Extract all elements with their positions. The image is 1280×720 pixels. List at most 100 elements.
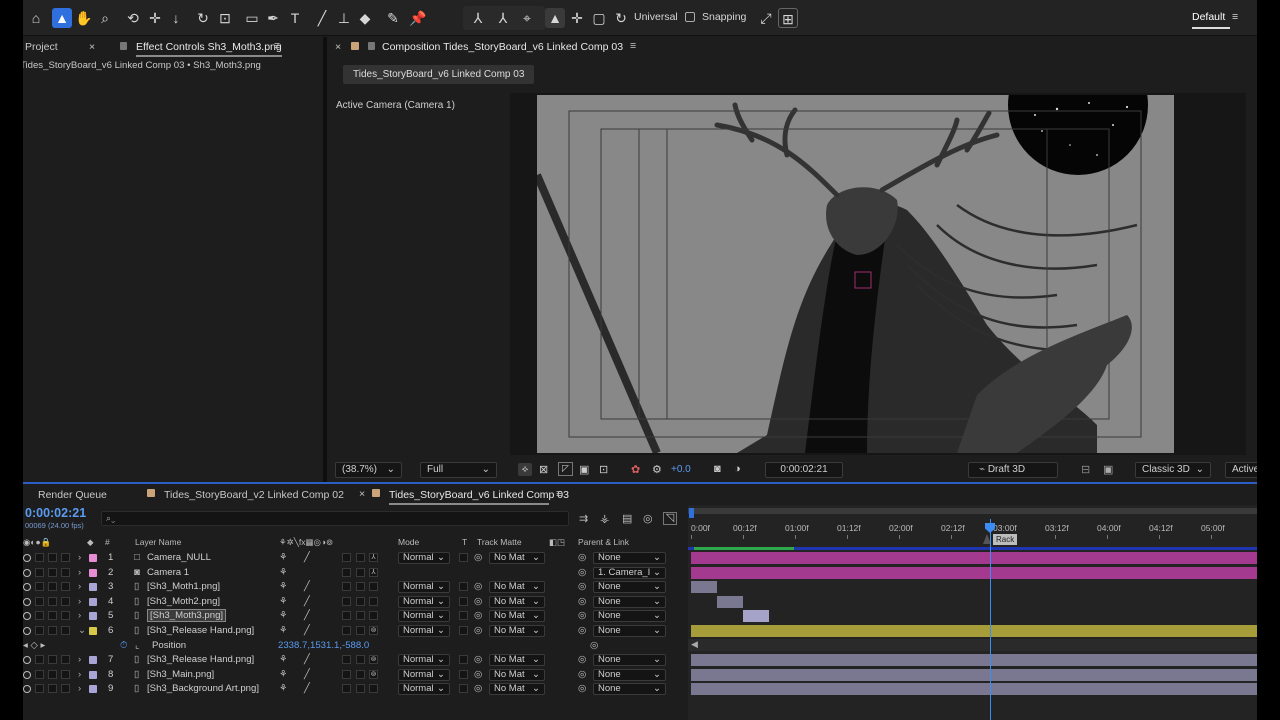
audio-switch[interactable] [35,596,44,606]
motion-blur-switch[interactable] [342,669,351,679]
blend-mode-dropdown[interactable]: Normal ⌄ [398,654,450,667]
solo-switch[interactable] [48,553,57,562]
layer-name[interactable]: [Sh3_Moth3.png] [147,609,227,623]
adjustment-switch[interactable] [356,582,365,592]
selection-tool-icon[interactable]: ▲ [52,8,72,28]
blend-mode-dropdown[interactable]: Normal ⌄ [398,683,450,696]
comp-tab-close-icon[interactable]: × [335,41,341,53]
matte-link-icon[interactable]: ◎ [474,596,482,607]
lock-switch[interactable] [61,553,70,562]
twirl-arrow-icon[interactable]: ⌄ [78,625,86,636]
visibility-eye-icon[interactable] [23,685,31,694]
tab-project-close-icon[interactable]: × [89,41,95,53]
track-matte-dropdown[interactable]: No Mat ⌄ [489,683,545,696]
matte-link-icon[interactable]: ◎ [474,654,482,665]
comp-panel-menu-icon[interactable]: ≡ [630,40,636,52]
motion-blur-switch[interactable] [342,655,351,665]
3d-layer-switch[interactable]: ⊚ [369,669,378,679]
effect-panel-menu-icon[interactable]: ≡ [274,40,280,52]
quality-switch-icon[interactable]: ╱ [304,552,310,563]
eraser-tool-icon[interactable]: ◆ [355,8,375,28]
label-color-swatch[interactable] [89,597,97,606]
twirl-arrow-icon[interactable]: › [78,596,81,607]
adjustment-switch[interactable] [356,655,365,665]
lock-switch[interactable] [61,567,70,577]
universal-label[interactable]: Universal [634,11,678,23]
shy-switch-icon[interactable]: ⚘ [279,669,288,680]
draft-3d-icon[interactable]: ⚶ [600,512,609,525]
current-time-indicator[interactable] [990,519,991,720]
adjustment-switch[interactable] [356,684,365,694]
track-matte-dropdown[interactable]: No Mat ⌄ [489,581,545,594]
motion-blur-switch[interactable] [342,611,351,621]
adjustment-switch[interactable] [356,669,365,679]
layer-name[interactable]: [Sh3_Main.png] [147,669,214,680]
solo-switch[interactable] [48,626,57,635]
label-color-swatch[interactable] [89,685,97,694]
view-axis-icon[interactable]: ⌖ [517,8,537,28]
parent-dropdown[interactable]: None ⌄ [593,581,666,594]
quality-switch-icon[interactable]: ╱ [304,625,310,636]
audio-switch[interactable] [35,684,44,694]
pick-whip-icon[interactable]: ◎ [578,654,586,665]
matte-link-icon[interactable]: ◎ [474,581,482,592]
3d-ground-plane-icon[interactable]: ⊟ [1081,463,1090,476]
timeline-panel-menu-icon[interactable]: ≡ [556,488,562,500]
shy-switch-icon[interactable]: ⚘ [279,610,288,621]
twirl-arrow-icon[interactable]: › [78,552,81,563]
layer-row[interactable]: ⌄ 6 ▯ [Sh3_Release Hand.png] ⚘ ╱ ⊚ Normal ⌄ ◎ No M… [23,624,688,638]
motion-blur-switch[interactable] [342,684,351,694]
lock-switch[interactable] [61,596,70,606]
layer-name[interactable]: [Sh3_Moth1.png] [147,581,220,592]
shy-switch-icon[interactable]: ⚘ [279,625,288,636]
motion-blur-switch[interactable] [342,596,351,606]
adjustment-switch[interactable] [356,553,365,562]
layer-duration-bar[interactable] [691,625,1257,637]
comp-mini-flowchart-icon[interactable]: ⇉ [579,512,588,525]
blend-mode-dropdown[interactable]: Normal ⌄ [398,581,450,594]
pick-whip-icon[interactable]: ◎ [578,596,586,607]
visibility-eye-icon[interactable] [23,670,31,679]
label-color-swatch[interactable] [89,627,97,635]
motion-blur-switch[interactable] [342,626,351,635]
solo-switch[interactable] [48,684,57,694]
parent-dropdown[interactable]: None ⌄ [593,552,666,564]
matte-link-icon[interactable]: ◎ [474,683,482,694]
track-matte-header[interactable]: Track Matte [477,537,522,547]
show-snapshot-icon[interactable]: ◑ [734,463,741,475]
keyframe-navigator-icon[interactable]: ◂ ◇ ▸ [23,640,45,651]
layer-row[interactable]: › 5 ▯ [Sh3_Moth3.png] ⚘ ╱ Normal ⌄ ◎ No Mat ⌄ ◎ None… [23,609,688,623]
adjustment-switch[interactable] [356,626,365,635]
blend-mode-dropdown[interactable]: Normal ⌄ [398,668,450,681]
clone-stamp-icon[interactable]: ⊥ [334,8,354,28]
twirl-arrow-icon[interactable]: › [78,683,81,694]
track-matte-dropdown[interactable]: No Mat ⌄ [489,668,545,681]
audio-switch[interactable] [35,655,44,665]
pen-tool-icon[interactable]: ✒ [263,8,283,28]
solo-switch[interactable] [48,669,57,679]
home-icon[interactable]: ⌂ [26,8,46,28]
hand-tool-icon[interactable]: ✋ [74,8,94,28]
current-time-display[interactable]: 0:00:02:21 [25,506,86,520]
pick-whip-icon[interactable]: ◎ [578,581,586,592]
visibility-eye-icon[interactable] [23,656,31,665]
solo-switch[interactable] [48,596,57,606]
tab-comp-03[interactable]: Tides_StoryBoard_v6 Linked Comp 03 [389,489,569,501]
solo-switch[interactable] [48,611,57,621]
active-camera-dropdown[interactable]: Active Cam [1225,462,1257,478]
switches-header-icon[interactable]: ⚘✲╲fx▦◎◑⊚ [279,537,333,548]
graph-icon[interactable]: ⌞ [135,640,140,651]
composition-viewer[interactable] [510,93,1246,455]
pick-whip-icon[interactable]: ◎ [578,610,586,621]
local-axis-icon[interactable]: ⅄ [468,8,488,28]
parent-dropdown[interactable]: None ⌄ [593,625,666,637]
3d-layer-switch[interactable] [369,582,378,592]
preserve-transparency-switch[interactable] [459,669,468,679]
quality-switch-icon[interactable]: ╱ [304,654,310,665]
twirl-arrow-icon[interactable]: › [78,654,81,665]
roto-brush-icon[interactable]: ✎ [383,8,403,28]
pick-whip-icon[interactable]: ◎ [578,625,586,636]
gizmo-scale-icon[interactable]: ▢ [589,8,609,28]
visibility-eye-icon[interactable] [23,583,31,592]
tab-render-queue[interactable]: Render Queue [38,489,107,501]
